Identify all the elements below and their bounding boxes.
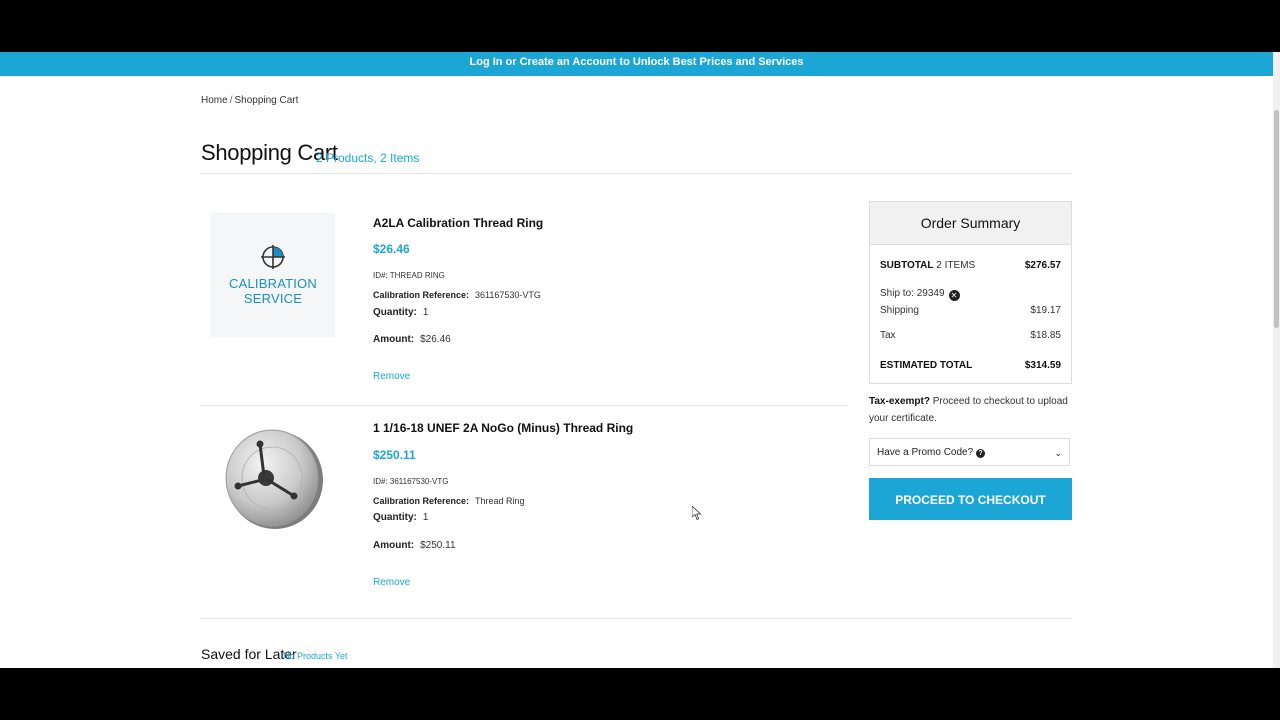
product-price: $250.11 <box>373 448 416 462</box>
thread-ring-image <box>225 429 323 529</box>
scrollbar-thumb[interactable] <box>1274 110 1279 328</box>
ship-to-row: Ship to: 29349 ✕ <box>880 288 1061 301</box>
product-id-label: ID#: <box>373 271 388 280</box>
quantity-label: Quantity: <box>373 307 417 318</box>
proceed-to-checkout-button[interactable]: PROCEED TO CHECKOUT <box>869 478 1072 520</box>
product-id-label: ID#: <box>373 477 388 486</box>
close-circle-icon[interactable]: ✕ <box>948 290 960 301</box>
subtotal-label: SUBTOTAL <box>880 260 934 271</box>
calibration-reference-label: Calibration Reference: <box>373 496 470 506</box>
calibration-reference-label: Calibration Reference: <box>373 290 470 300</box>
amount: Amount: $26.46 <box>373 334 451 345</box>
remove-link[interactable]: Remove <box>373 577 410 588</box>
promo-code-label: Have a Promo Code? <box>877 447 974 458</box>
shipping-label: Shipping <box>880 305 919 316</box>
quantity-label: Quantity: <box>373 512 417 523</box>
shipping-value: $19.17 <box>1030 305 1061 316</box>
page-viewport: Log In or Create an Account to Unlock Be… <box>0 52 1280 668</box>
product-price: $26.46 <box>373 242 410 256</box>
login-banner[interactable]: Log In or Create an Account to Unlock Be… <box>0 52 1273 76</box>
saved-for-later-count: No Products Yet <box>283 651 348 661</box>
scrollbar-track[interactable] <box>1273 52 1280 668</box>
calibration-reference: Calibration Reference: Thread Ring <box>373 496 525 506</box>
subtotal-row: SUBTOTAL 2 ITEMS $276.57 <box>880 260 1061 271</box>
quantity: Quantity: 1 <box>373 512 428 523</box>
total-value: $314.59 <box>1024 360 1061 371</box>
chevron-down-icon: ⌄ <box>1054 448 1062 458</box>
breadcrumb: Home / Shopping Cart <box>201 95 298 106</box>
amount-label: Amount: <box>373 540 415 551</box>
amount-value: $26.46 <box>420 334 451 345</box>
login-banner-text[interactable]: Log In or Create an Account to Unlock Be… <box>470 56 804 68</box>
remove-link[interactable]: Remove <box>373 371 410 382</box>
calibration-reference-value: Thread Ring <box>475 496 525 506</box>
product-image-thread-ring[interactable] <box>211 417 335 541</box>
divider <box>201 618 1072 619</box>
breadcrumb-home-link[interactable]: Home <box>201 95 228 106</box>
amount-value: $250.11 <box>420 540 456 551</box>
total-row: ESTIMATED TOTAL $314.59 <box>880 360 1061 371</box>
tax-value: $18.85 <box>1030 330 1061 341</box>
calibration-reference-value: 361167530-VTG <box>475 290 541 300</box>
breadcrumb-separator: / <box>229 95 233 106</box>
mouse-cursor-icon <box>692 506 702 521</box>
subtotal-value: $276.57 <box>1024 260 1061 271</box>
quantity-value: 1 <box>422 512 429 523</box>
quantity: Quantity: 1 <box>373 307 428 318</box>
calibration-crosshair-icon <box>261 245 285 269</box>
product-id: ID#: 361167530-VTG <box>373 477 448 486</box>
divider <box>201 173 1072 174</box>
amount-label: Amount: <box>373 334 415 345</box>
ship-to-zip: 29349 <box>916 288 945 299</box>
ship-to-label: Ship to: <box>880 288 914 299</box>
promo-code-dropdown[interactable]: Have a Promo Code?? ⌄ <box>869 438 1070 466</box>
total-label: ESTIMATED TOTAL <box>880 360 973 371</box>
order-summary: Order Summary SUBTOTAL 2 ITEMS $276.57 S… <box>869 201 1072 384</box>
question-circle-icon[interactable]: ? <box>976 449 986 458</box>
tax-row: Tax $18.85 <box>880 330 1061 341</box>
calibration-reference: Calibration Reference: 361167530-VTG <box>373 290 541 300</box>
tax-label: Tax <box>880 330 896 341</box>
product-name[interactable]: A2LA Calibration Thread Ring <box>373 216 543 230</box>
tax-exempt-label: Tax-exempt? <box>869 396 930 407</box>
divider <box>201 405 848 406</box>
quantity-value: 1 <box>422 307 429 318</box>
tax-exempt-note: Tax-exempt? Proceed to checkout to uploa… <box>869 393 1069 427</box>
order-summary-title: Order Summary <box>870 202 1071 245</box>
image-text-line-2: SERVICE <box>243 291 303 306</box>
shipping-row: Shipping $19.17 <box>880 305 1061 316</box>
product-image-calibration[interactable]: CALIBRATION SERVICE <box>211 213 335 337</box>
subtotal-items: 2 ITEMS <box>936 260 976 271</box>
cart-count: 2 Products, 2 Items <box>316 151 420 165</box>
amount: Amount: $250.11 <box>373 540 456 551</box>
image-text-line-1: CALIBRATION <box>229 276 317 291</box>
product-id-value: 361167530-VTG <box>389 477 449 486</box>
breadcrumb-current: Shopping Cart <box>234 95 299 106</box>
product-id: ID#: THREAD RING <box>373 271 445 280</box>
product-name[interactable]: 1 1/16-18 UNEF 2A NoGo (Minus) Thread Ri… <box>373 421 633 435</box>
product-id-value: THREAD RING <box>389 271 445 280</box>
